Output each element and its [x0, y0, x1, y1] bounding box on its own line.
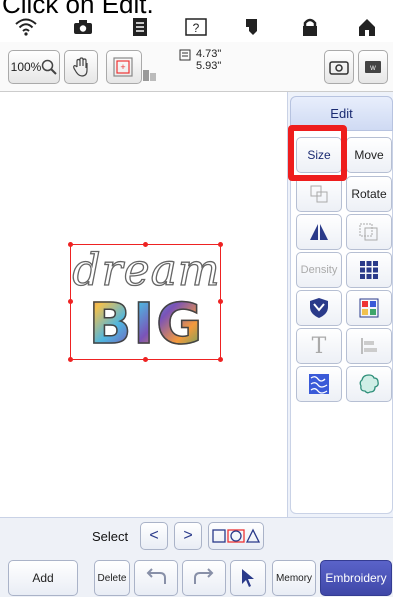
camera-scan-icon [329, 61, 349, 75]
move-button[interactable]: Move [346, 137, 392, 173]
wifi-icon[interactable] [10, 14, 42, 40]
density-button-label: Density [300, 264, 338, 276]
wlan-icon: W [365, 61, 381, 73]
hoop-size-icon [143, 70, 156, 81]
group-icon [310, 185, 328, 203]
resize-handle[interactable] [143, 357, 148, 362]
redo-icon [194, 568, 214, 584]
delete-button[interactable]: Delete [94, 560, 130, 596]
status-bar: ? [0, 12, 393, 42]
density-button[interactable]: Density [296, 252, 342, 288]
embroidery-button[interactable]: Embroidery [320, 560, 392, 596]
align-button[interactable] [346, 328, 392, 364]
undo-button[interactable] [134, 560, 178, 596]
stipple-icon [309, 374, 329, 394]
stipple-button[interactable] [296, 366, 342, 402]
lock-icon[interactable] [294, 14, 326, 40]
color-palette-icon [359, 298, 379, 318]
zoom-level: 100% [10, 60, 42, 74]
tab-edit-label: Edit [330, 106, 353, 121]
select-label: Select [92, 529, 129, 544]
shield-icon [310, 298, 328, 318]
mirror-icon [310, 224, 328, 240]
transfer-icon[interactable] [237, 14, 269, 40]
pan-button[interactable] [64, 50, 98, 84]
align-icon [361, 338, 377, 354]
memory-button-label: Memory [275, 572, 313, 584]
color-button[interactable] [346, 290, 392, 326]
memory-button[interactable]: Memory [272, 560, 316, 596]
design-width: 4.73" [196, 48, 222, 60]
cursor-icon [242, 569, 254, 587]
resize-handle[interactable] [68, 357, 73, 362]
duplicate-button[interactable] [346, 214, 392, 250]
camera-icon[interactable] [67, 14, 99, 40]
svg-text:+: + [120, 62, 125, 72]
chevron-left-icon: < [149, 527, 159, 544]
group-button[interactable] [296, 176, 342, 212]
add-button-label: Add [32, 571, 54, 585]
hoop-button[interactable]: + [106, 50, 142, 84]
zoom-button[interactable]: 100% [8, 50, 60, 84]
delete-button-label: Delete [97, 572, 127, 584]
dimensions-icon [179, 49, 191, 61]
hoop-icon: + [113, 57, 133, 77]
mirror-button[interactable] [296, 214, 342, 250]
select-next-button[interactable]: > [174, 522, 202, 550]
chevron-right-icon: > [183, 527, 193, 544]
pointer-button[interactable] [230, 560, 266, 596]
document-icon[interactable] [124, 14, 156, 40]
add-button[interactable]: Add [8, 560, 78, 596]
rotate-button[interactable]: Rotate [346, 176, 392, 212]
text-icon: T [311, 333, 327, 359]
multi-select-button[interactable] [208, 522, 264, 550]
scan-button[interactable] [324, 50, 354, 84]
array-icon [360, 261, 378, 279]
move-button-label: Move [354, 148, 384, 162]
duplicate-icon [359, 223, 378, 241]
array-button[interactable] [346, 252, 392, 288]
embroidery-button-label: Embroidery [325, 571, 387, 585]
outline-icon [359, 374, 379, 394]
redo-button[interactable] [182, 560, 226, 596]
svg-text:?: ? [193, 21, 200, 35]
select-prev-button[interactable]: < [140, 522, 168, 550]
size-highlight-box [288, 125, 347, 181]
home-icon[interactable] [351, 14, 383, 40]
magnifier-icon [42, 59, 58, 75]
selected-design[interactable]: dream BIG [68, 242, 223, 362]
wireless-button[interactable]: W [358, 50, 388, 84]
help-icon[interactable]: ? [180, 14, 212, 40]
design-height: 5.93" [196, 60, 222, 72]
toolbar: 100% + 4.73" 5.93" W [0, 42, 393, 92]
design-script-text: dream [72, 245, 221, 296]
svg-text:W: W [370, 66, 376, 72]
design-dimensions: 4.73" 5.93" [196, 48, 221, 72]
border-button[interactable] [296, 290, 342, 326]
undo-icon [146, 568, 166, 584]
shapes-icon [212, 528, 261, 543]
outline-button[interactable] [346, 366, 392, 402]
resize-handle[interactable] [218, 357, 223, 362]
text-edit-button[interactable]: T [296, 328, 342, 364]
bottom-bar: Select < > Add Delete Memory Embroidery [0, 517, 393, 597]
rotate-button-label: Rotate [351, 187, 387, 201]
hand-icon [73, 57, 88, 77]
design-block-text: BIG [71, 294, 222, 356]
